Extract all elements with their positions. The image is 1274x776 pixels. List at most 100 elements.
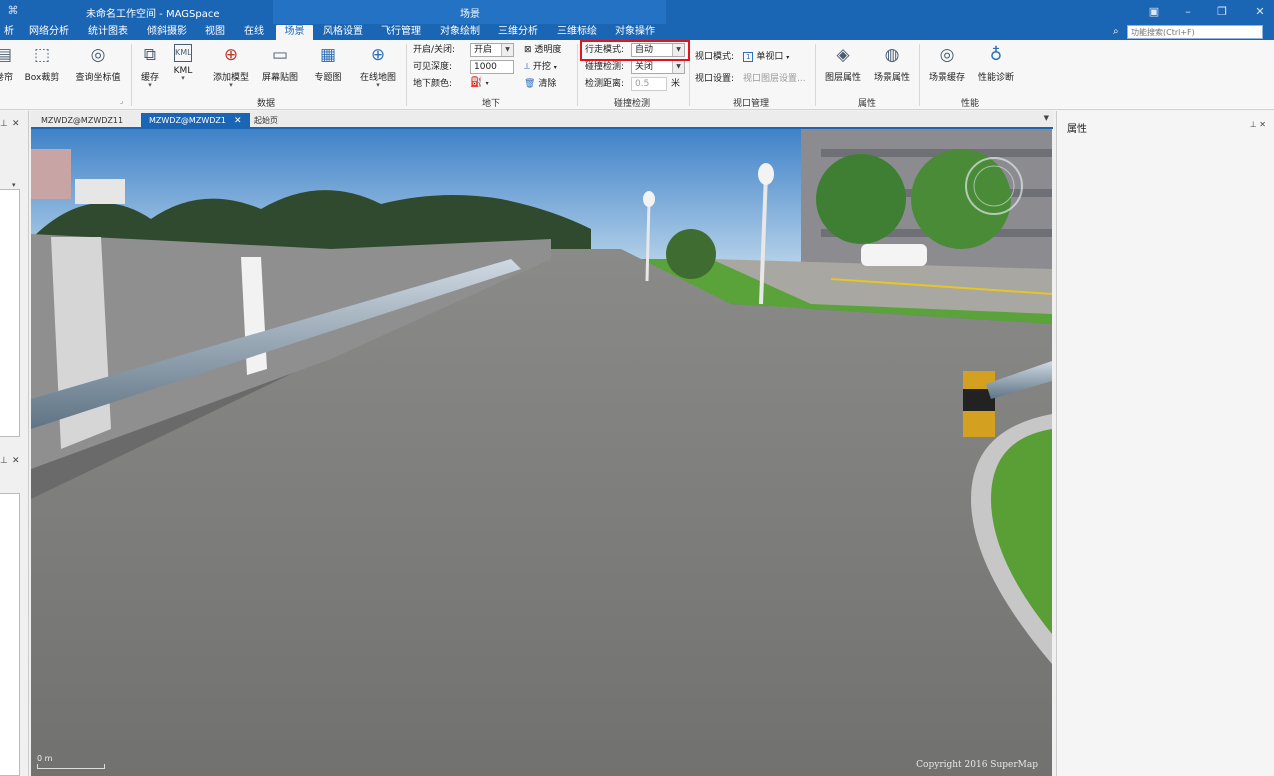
- title-bar: ⌘ 未命名工作空间 - MAGSpace 场景 ▣ – ❐ ✕: [0, 0, 1274, 40]
- context-tab-group-label: 场景: [460, 9, 480, 20]
- cache-button[interactable]: ⧉ 缓存 ▾: [137, 44, 163, 94]
- doc-tab-mzwdz1[interactable]: MZWDZ@MZWDZ1 ✕: [141, 113, 250, 129]
- viewport-mode-dropdown[interactable]: 1 单视口 ▾: [743, 50, 789, 65]
- tab-scene[interactable]: 场景: [276, 25, 313, 40]
- add-model-button[interactable]: ⊕ 添加模型 ▾: [208, 44, 254, 94]
- transparency-icon: ⊠: [524, 45, 532, 55]
- minimize-icon[interactable]: –: [1180, 4, 1196, 20]
- kml-button[interactable]: KML KML ▾: [170, 44, 196, 94]
- car: [861, 244, 927, 266]
- collision-detect-label: 碰撞检测:: [585, 62, 625, 72]
- window-title: 未命名工作空间 - MAGSpace: [86, 9, 220, 20]
- scene-viewport[interactable]: 0 m Copyright 2016 SuperMap: [31, 129, 1052, 776]
- close-icon[interactable]: ✕: [1259, 120, 1266, 129]
- doc-tab-start-page[interactable]: 起始页: [246, 113, 286, 129]
- query-coordinate-button[interactable]: ◎ 查询坐标值: [70, 44, 126, 94]
- viewport-layer-settings-button[interactable]: 视口图层设置...: [743, 72, 806, 87]
- ribbon-display-icon[interactable]: ▣: [1146, 4, 1162, 20]
- excavate-icon: ⟂: [524, 62, 531, 72]
- copyright-text: Copyright 2016 SuperMap: [916, 760, 1038, 770]
- roll-icon: ▤: [0, 45, 13, 65]
- tab-object-operations[interactable]: 对象操作: [611, 25, 659, 40]
- transparency-button[interactable]: ⊠ 透明度: [524, 43, 561, 58]
- thematic-map-button[interactable]: ▦ 专题图: [310, 44, 346, 94]
- performance-diagnosis-button[interactable]: ♁ 性能诊断: [974, 44, 1018, 94]
- walk-mode-highlight-box: [580, 40, 690, 61]
- workspace-tree[interactable]: [0, 189, 20, 437]
- tab-list-dropdown-icon[interactable]: ▼: [1044, 114, 1049, 122]
- pin-icon[interactable]: ⊥: [0, 119, 8, 129]
- building-left-2: [75, 179, 125, 204]
- ribbon-tab-bar: 析 网络分析 统计图表 倾斜摄影 视图 在线 场景 风格设置 飞行管理 对象绘制…: [0, 24, 1274, 40]
- search-input[interactable]: [1127, 25, 1263, 39]
- clear-button[interactable]: 🗑 清除: [524, 77, 556, 92]
- tab-analysis[interactable]: 析: [0, 25, 18, 40]
- screen-paste-button[interactable]: ▭ 屏幕贴图: [258, 44, 302, 94]
- scene-properties-button[interactable]: ◍ 场景属性: [870, 44, 914, 94]
- group-label-attributes: 属性: [858, 99, 877, 109]
- globe-icon: ⊕: [370, 45, 386, 65]
- group-label-performance: 性能: [961, 99, 980, 109]
- close-icon[interactable]: ✕: [12, 456, 20, 466]
- ribbon-separator: [406, 44, 407, 106]
- box-clip-icon: ⬚: [33, 45, 51, 65]
- tree-right: [816, 154, 906, 244]
- layer-properties-button[interactable]: ◈ 图层属性: [821, 44, 865, 94]
- scene-cache-button[interactable]: ◎ 场景缓存: [925, 44, 969, 94]
- chevron-down-icon[interactable]: ▾: [12, 181, 16, 189]
- color-picker-button[interactable]: ⛽ ▾: [470, 77, 489, 88]
- tab-online[interactable]: 在线: [240, 25, 268, 40]
- chevron-down-icon: ▾: [553, 64, 557, 71]
- single-viewport-icon: 1: [743, 52, 754, 62]
- layers-icon: ◈: [836, 45, 850, 65]
- add-model-icon: ⊕: [223, 45, 239, 65]
- properties-panel-title: 属性: [1067, 124, 1087, 135]
- close-tab-icon[interactable]: ✕: [234, 116, 242, 126]
- pin-icon[interactable]: ⊥: [1250, 120, 1257, 129]
- chevron-down-icon: ▾: [786, 54, 790, 61]
- detect-distance-input[interactable]: 0.5: [631, 77, 667, 91]
- panel-controls: ⊥ ✕: [1250, 120, 1266, 129]
- tab-view[interactable]: 视图: [201, 25, 229, 40]
- tab-3d-analysis[interactable]: 三维分析: [494, 25, 542, 40]
- tab-3d-plotting[interactable]: 三维标绘: [553, 25, 601, 40]
- tab-object-drawing[interactable]: 对象绘制: [436, 25, 484, 40]
- scale-bar: 0 m: [37, 754, 107, 770]
- doc-tab-mzwdz11[interactable]: MZWDZ@MZWDZ11: [33, 113, 131, 129]
- excavate-button[interactable]: ⟂ 开挖 ▾: [524, 60, 557, 75]
- globe-settings-icon: ◍: [884, 45, 900, 65]
- document-tab-bar: MZWDZ@MZWDZ11 MZWDZ@MZWDZ1 ✕ 起始页 ▼: [31, 111, 1053, 129]
- restore-icon[interactable]: ❐: [1214, 4, 1230, 20]
- visible-depth-input[interactable]: 1000: [470, 60, 514, 74]
- tab-statistical-charts[interactable]: 统计图表: [84, 25, 132, 40]
- roll-button[interactable]: ▤ 卷帘: [0, 44, 16, 94]
- tab-flight-management[interactable]: 飞行管理: [377, 25, 425, 40]
- close-icon[interactable]: ✕: [1252, 4, 1268, 20]
- search-icon[interactable]: ⌕: [1113, 25, 1125, 39]
- underground-toggle-select[interactable]: 开启 ▼: [470, 43, 514, 57]
- group-expand-icon[interactable]: ⌟: [120, 97, 123, 105]
- paint-bucket-icon: ⛽: [470, 77, 483, 88]
- collision-detect-select[interactable]: 关闭 ▼: [631, 60, 685, 74]
- pin-icon[interactable]: ⊥: [0, 456, 8, 466]
- building-left: [31, 149, 71, 199]
- layers-cache-icon: ⧉: [143, 45, 157, 65]
- underground-color-label: 地下颜色:: [413, 79, 453, 89]
- detect-distance-label: 检测距离:: [585, 79, 625, 89]
- properties-panel: 属性 ⊥ ✕: [1056, 111, 1274, 776]
- close-icon[interactable]: ✕: [12, 119, 20, 129]
- tab-style-settings[interactable]: 风格设置: [319, 25, 367, 40]
- chevron-down-icon[interactable]: ▼: [672, 61, 684, 73]
- ribbon-separator: [131, 44, 132, 106]
- tab-network-analysis[interactable]: 网络分析: [25, 25, 73, 40]
- group-label-underground: 地下: [482, 99, 501, 109]
- box-clip-button[interactable]: ⬚ Box裁剪: [22, 44, 62, 94]
- layer-manager-tree[interactable]: [0, 493, 20, 776]
- group-label-viewport: 视口管理: [733, 99, 770, 109]
- online-map-button[interactable]: ⊕ 在线地图 ▾: [355, 44, 401, 94]
- app-logo-icon[interactable]: ⌘: [6, 4, 20, 18]
- tab-oblique-photography[interactable]: 倾斜摄影: [143, 25, 191, 40]
- scene-render: [31, 129, 1052, 776]
- group-label-collision: 碰撞检测: [614, 99, 651, 109]
- chevron-down-icon[interactable]: ▼: [501, 44, 513, 56]
